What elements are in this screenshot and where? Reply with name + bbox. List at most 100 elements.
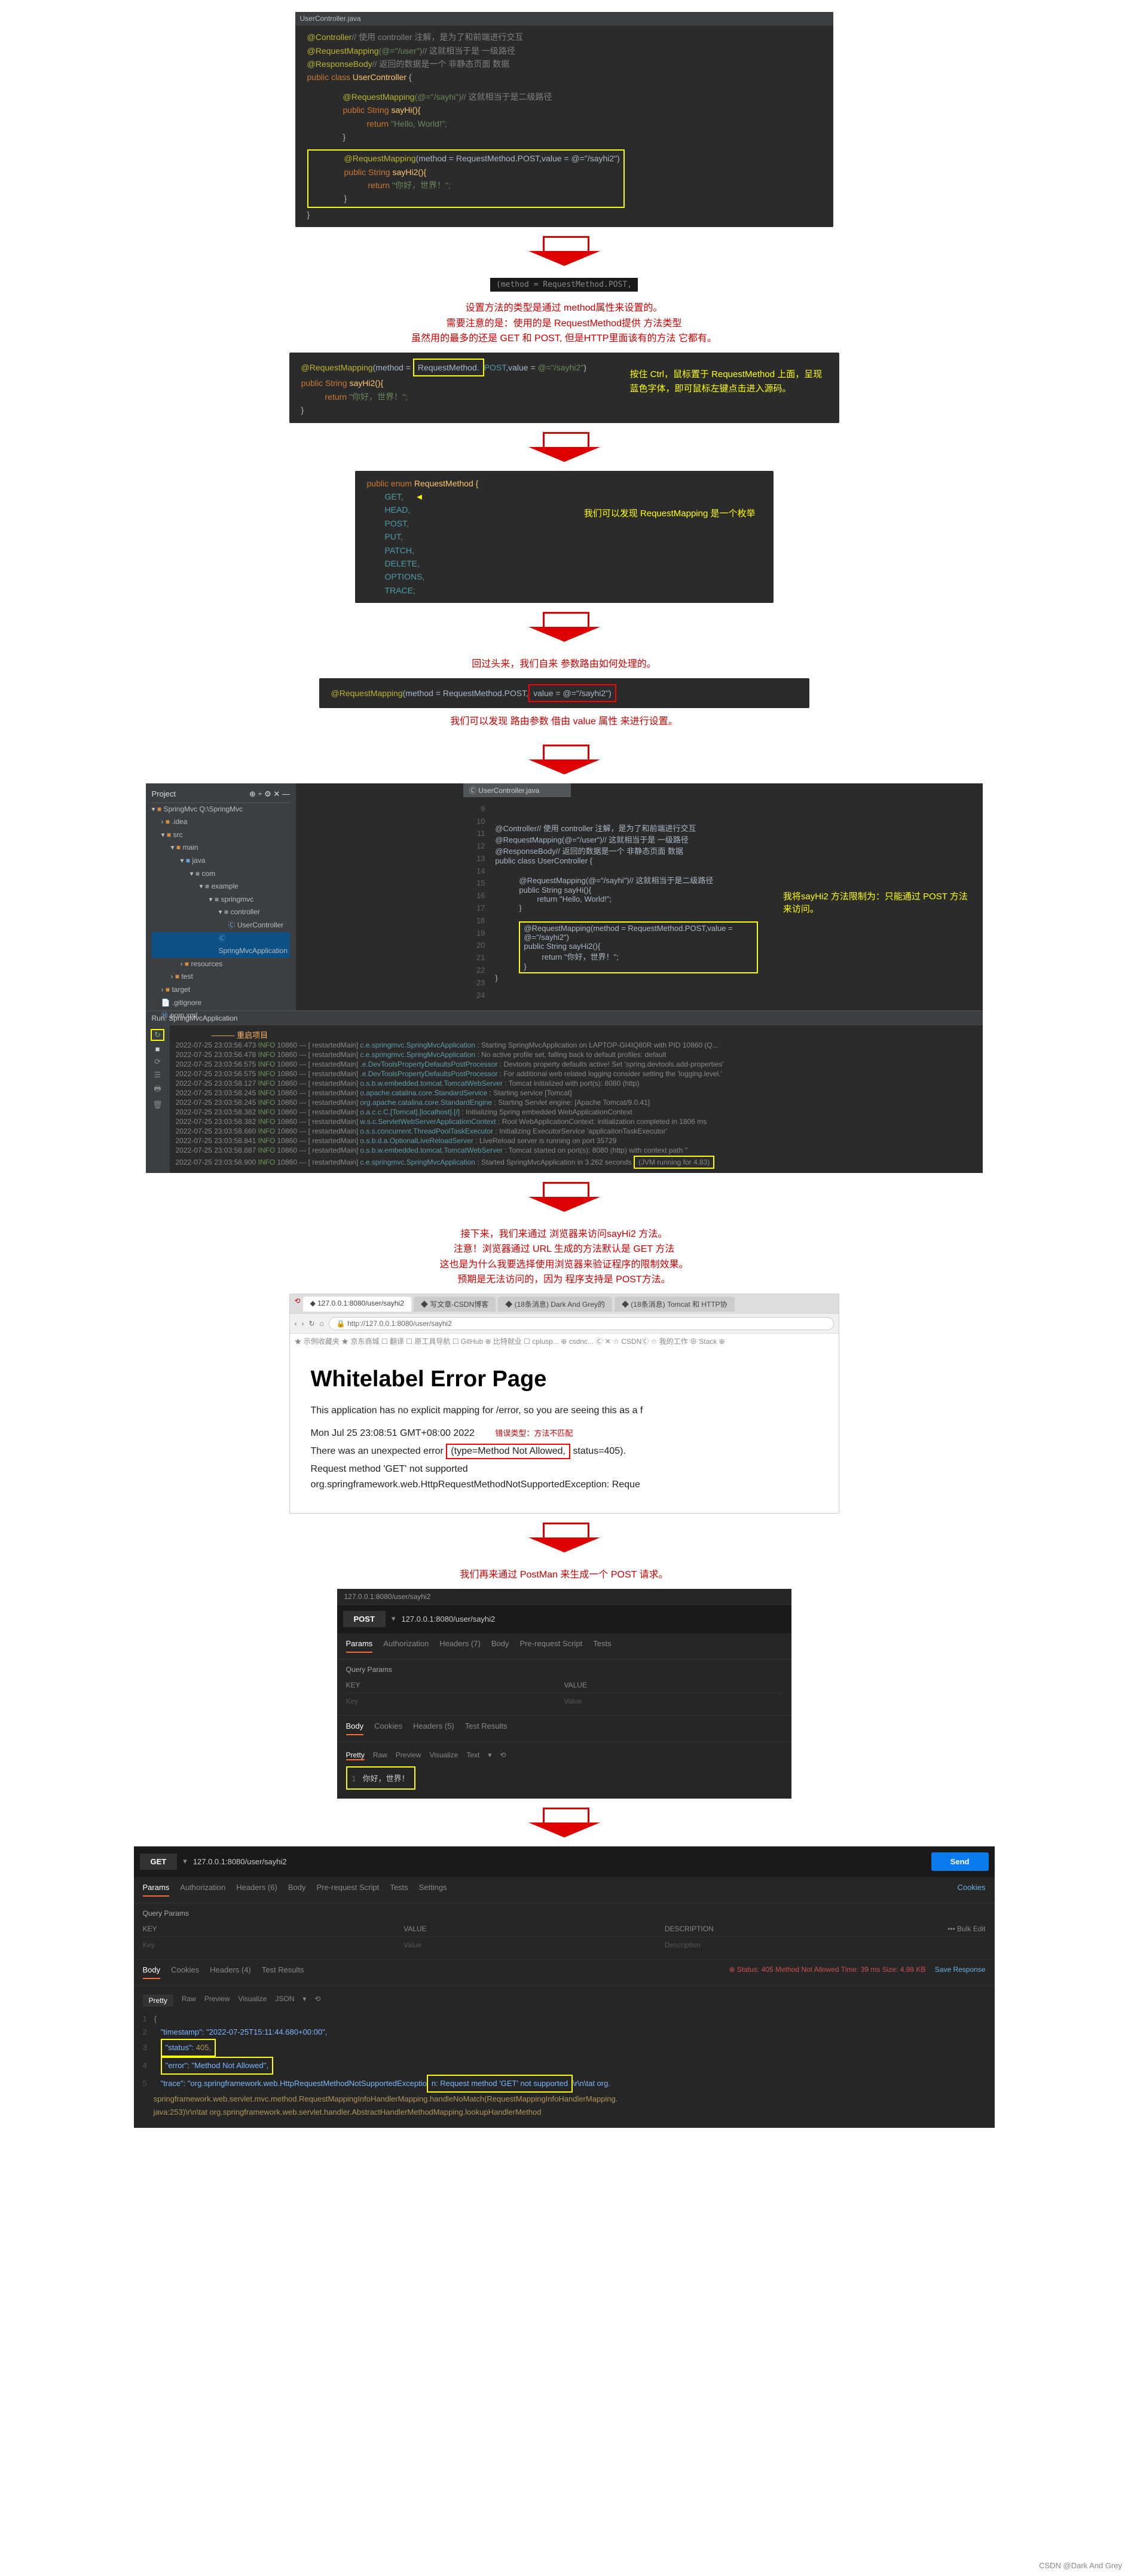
view-visualize[interactable]: Visualize xyxy=(239,1995,267,2007)
tree-item[interactable]: java xyxy=(192,856,205,865)
save-response[interactable]: Save Response xyxy=(935,1965,986,1974)
stop-button[interactable]: ■ xyxy=(155,1045,160,1053)
back-icon[interactable]: ⟲ xyxy=(295,1297,301,1312)
home-icon[interactable]: ⌂ xyxy=(320,1319,324,1328)
tree-root[interactable]: SpringMvc Q:\SpringMvc xyxy=(163,805,243,813)
tab-params[interactable]: Params xyxy=(143,1883,170,1897)
tree-item[interactable]: example xyxy=(211,882,238,890)
tab-settings[interactable]: Settings xyxy=(419,1883,447,1897)
tab-prerequest[interactable]: Pre-request Script xyxy=(316,1883,379,1897)
code-block-2: @RequestMapping(method = RequestMethod.P… xyxy=(289,353,839,423)
response-highlight: 1 你好，世界！ xyxy=(346,1766,415,1790)
method-select[interactable]: POST xyxy=(343,1611,386,1627)
view-type[interactable]: JSON xyxy=(275,1995,294,2007)
tab-prerequest[interactable]: Pre-request Script xyxy=(519,1639,582,1653)
wrap-icon[interactable]: ⟲ xyxy=(314,1995,320,2007)
bookmarks-bar[interactable]: ★ 示例收藏夹 ★ 京东商城 ☐ 翻译 ☐ 原工具导航 ☐ GitHub ⊕ 比… xyxy=(290,1334,839,1349)
tab-params[interactable]: Params xyxy=(346,1639,373,1653)
tab-tests[interactable]: Tests xyxy=(390,1883,408,1897)
tab-headers[interactable]: Headers (6) xyxy=(236,1883,277,1897)
code-block-1: UserController.java @Controller// 使用 con… xyxy=(295,12,833,227)
browser-tab[interactable]: ◆ (18条消息) Dark And Grey的 xyxy=(498,1297,612,1312)
view-visualize[interactable]: Visualize xyxy=(430,1751,458,1760)
wrap-icon[interactable]: ⟲ xyxy=(500,1751,506,1760)
tree-item[interactable]: .gitignore xyxy=(172,998,201,1007)
browser-tab-active[interactable]: ◆ 127.0.0.1:8080/user/sayhi2 xyxy=(303,1297,411,1312)
tree-item[interactable]: UserController xyxy=(237,921,283,929)
view-raw[interactable]: Raw xyxy=(182,1995,196,2007)
nav-fwd-icon[interactable]: › xyxy=(302,1319,304,1328)
cookies-link[interactable]: Cookies xyxy=(958,1883,986,1897)
tab-headers[interactable]: Headers (7) xyxy=(439,1639,481,1653)
view-pretty[interactable]: Pretty xyxy=(143,1995,173,2007)
tree-item[interactable]: .idea xyxy=(172,817,187,826)
browser-window: ⟲ ◆ 127.0.0.1:8080/user/sayhi2 ◆ 写文章-CSD… xyxy=(289,1294,839,1514)
view-preview[interactable]: Preview xyxy=(396,1751,421,1760)
tab-resp-tests[interactable]: Test Results xyxy=(262,1965,304,1979)
url-input[interactable]: 🔒 http://127.0.0.1:8080/user/sayhi2 xyxy=(329,1317,834,1330)
explanation-text-1: 设置方法的类型是通过 method属性来设置的。 需要注意的是：使用的是 Req… xyxy=(411,301,717,347)
project-tree: Project⊕ ÷ ⚙ ✕ — ▾ ■ SpringMvc Q:\Spring… xyxy=(146,783,296,1010)
method-snippet: (method = RequestMethod.POST, xyxy=(490,278,638,292)
error-highlight: "error": "Method Not Allowed", xyxy=(161,2057,273,2075)
tree-item[interactable]: springmvc xyxy=(221,895,253,903)
value-input[interactable]: Value xyxy=(403,1941,665,1949)
status-highlight: "status": 405, xyxy=(161,2039,216,2057)
ide-screenshot: Project⊕ ÷ ⚙ ✕ — ▾ ■ SpringMvc Q:\Spring… xyxy=(146,783,983,1173)
tree-item[interactable]: com xyxy=(201,869,215,878)
tab-body[interactable]: Body xyxy=(288,1883,306,1897)
tree-item-selected[interactable]: SpringMvcApplication xyxy=(219,947,288,955)
watermark: CSDN @Dark And Grey xyxy=(1039,2561,1122,2570)
method-select[interactable]: GET xyxy=(140,1854,178,1870)
pm-tab-title: 127.0.0.1:8080/user/sayhi2 xyxy=(337,1589,791,1605)
tree-item[interactable]: test xyxy=(181,972,192,981)
arrow-icon xyxy=(528,612,600,642)
enum-note: 我们可以发现 RequestMapping 是一个枚举 xyxy=(584,507,756,521)
tab-resp-cookies[interactable]: Cookies xyxy=(171,1965,199,1979)
tab-auth[interactable]: Authorization xyxy=(180,1883,225,1897)
restart-button[interactable]: ↻ xyxy=(151,1029,164,1041)
arrow-icon xyxy=(528,236,600,266)
tab-resp-tests[interactable]: Test Results xyxy=(465,1722,508,1735)
desc-input[interactable]: Description xyxy=(665,1941,926,1949)
tab-resp-body[interactable]: Body xyxy=(346,1722,364,1735)
tree-item[interactable]: resources xyxy=(191,960,222,968)
tab-resp-cookies[interactable]: Cookies xyxy=(374,1722,402,1735)
toolbar-icons[interactable]: ⊕ ÷ ⚙ ✕ — xyxy=(249,789,290,799)
tab-resp-headers[interactable]: Headers (4) xyxy=(210,1965,251,1979)
url-input[interactable]: 127.0.0.1:8080/user/sayhi2 xyxy=(193,1857,925,1866)
view-preview[interactable]: Preview xyxy=(204,1995,230,2007)
tree-item[interactable]: main xyxy=(182,843,198,851)
tab-auth[interactable]: Authorization xyxy=(383,1639,429,1653)
tab-tests[interactable]: Tests xyxy=(593,1639,611,1653)
explanation-text-3: 我们可以发现 路由参数 借由 value 属性 来进行设置。 xyxy=(450,714,677,730)
reload-icon[interactable]: ↻ xyxy=(309,1319,315,1328)
explanation-text-2: 回过头来，我们自来 参数路由如何处理的。 xyxy=(472,657,656,672)
value-input[interactable]: Value xyxy=(564,1697,782,1705)
tab-body[interactable]: Body xyxy=(491,1639,509,1653)
browser-tab[interactable]: ◆ 写文章-CSDN博客 xyxy=(414,1297,496,1312)
tab-resp-body[interactable]: Body xyxy=(143,1965,161,1979)
key-input[interactable]: Key xyxy=(143,1941,404,1949)
request-method-highlight: RequestMethod. xyxy=(413,359,484,376)
view-type[interactable]: Text xyxy=(466,1751,479,1760)
view-pretty[interactable]: Pretty xyxy=(346,1751,365,1760)
tree-item[interactable]: target xyxy=(172,985,190,994)
explanation-text-4: 接下来，我们来通过 浏览器来访问sayHi2 方法。 注意！浏览器通过 URL … xyxy=(439,1227,688,1288)
key-input[interactable]: Key xyxy=(346,1697,564,1705)
tree-item[interactable]: src xyxy=(173,831,182,839)
view-raw[interactable]: Raw xyxy=(373,1751,387,1760)
nav-back-icon[interactable]: ‹ xyxy=(295,1319,297,1328)
tab-filename: UserController.java xyxy=(295,12,833,26)
console-log: ——— 重启项目 2022-07-25 23:03:56.473 INFO 10… xyxy=(170,1025,983,1173)
tree-item[interactable]: controller xyxy=(230,908,259,916)
ctrl-click-note: 按住 Ctrl，鼠标置于 RequestMethod 上面，呈现蓝色字体，即可鼠… xyxy=(630,367,827,396)
send-button[interactable]: Send xyxy=(931,1852,989,1871)
browser-tab[interactable]: ◆ (18条消息) Tomcat 和 HTTP协 xyxy=(615,1297,735,1312)
bulk-edit[interactable]: Bulk Edit xyxy=(957,1925,985,1933)
editor-tab[interactable]: Ⓒ UserController.java xyxy=(463,783,571,797)
url-input[interactable]: 127.0.0.1:8080/user/sayhi2 xyxy=(401,1615,495,1624)
tab-resp-headers[interactable]: Headers (5) xyxy=(413,1722,454,1735)
method-restrict-note: 我将sayHi2 方法限制为：只能通过 POST 方法来访问。 xyxy=(783,892,968,914)
run-gutter: ↻ ■ ⟳ ☰ 🖶 🗑 xyxy=(146,1025,170,1173)
